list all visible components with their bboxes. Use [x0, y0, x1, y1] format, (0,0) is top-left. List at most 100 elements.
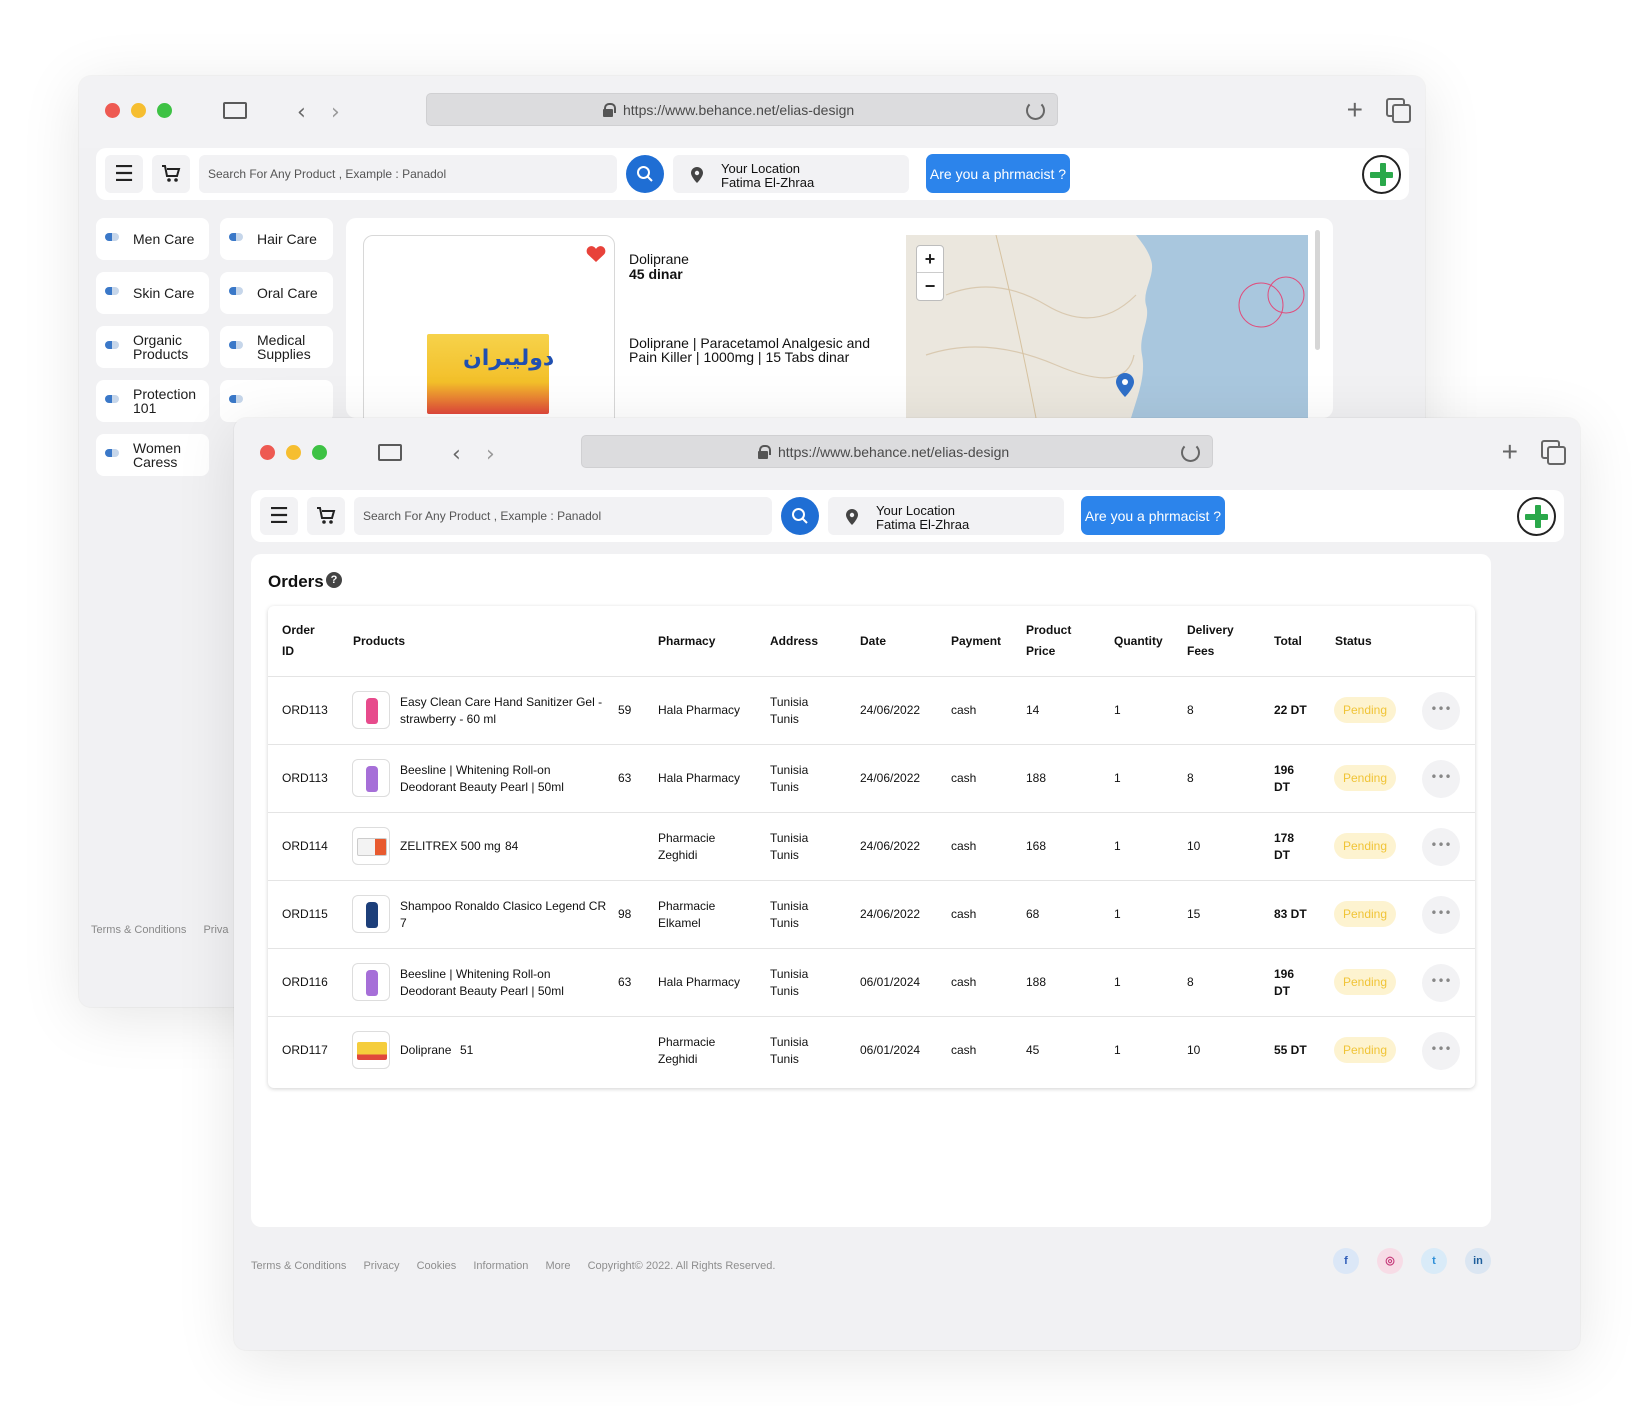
address-bar[interactable]: https://www.behance.net/elias-design: [581, 435, 1213, 468]
column-address: Address: [770, 634, 819, 648]
facebook-icon[interactable]: f: [1333, 1248, 1359, 1274]
product-description: Doliprane | Paracetamol Analgesic and Pa…: [629, 335, 871, 365]
new-tab-icon[interactable]: +: [1502, 436, 1518, 468]
forward-arrow-icon[interactable]: ›: [486, 442, 495, 467]
map-marker-icon[interactable]: [1116, 373, 1134, 397]
footer-link-more[interactable]: More: [545, 1260, 570, 1272]
plus-logo-icon[interactable]: [1517, 497, 1556, 536]
status-badge: Pending: [1334, 833, 1396, 859]
location-selector[interactable]: Your Location Fatima El-Zhraa: [673, 155, 909, 193]
payment-method: cash: [951, 975, 977, 989]
linkedin-icon[interactable]: in: [1465, 1248, 1491, 1274]
status-badge: Pending: [1334, 1037, 1396, 1063]
pill-icon: [105, 287, 119, 296]
category-hair-care[interactable]: Hair Care: [220, 218, 333, 260]
search-button[interactable]: [781, 497, 819, 535]
category-oral-care[interactable]: Oral Care: [220, 272, 333, 314]
order-date: 06/01/2024: [860, 1043, 921, 1057]
help-icon[interactable]: ?: [326, 572, 342, 588]
column-product-price: Product Price: [1026, 623, 1072, 658]
sanitizer-bottle-icon: [366, 698, 378, 724]
close-window-button[interactable]: [260, 445, 275, 460]
product-card[interactable]: دوليبران: [363, 235, 615, 418]
order-date: 06/01/2024: [860, 975, 921, 989]
footer-link-information[interactable]: Information: [473, 1260, 528, 1272]
pill-icon: [105, 341, 119, 350]
category-women-caress[interactable]: Women Caress: [96, 434, 209, 476]
forward-arrow-icon[interactable]: ›: [331, 100, 340, 125]
reload-icon[interactable]: [1181, 443, 1200, 462]
product-price: 188: [1026, 975, 1047, 989]
maximize-window-button[interactable]: [312, 445, 327, 460]
product-thumbnail: [352, 895, 390, 933]
tab-overview-icon[interactable]: [1541, 440, 1566, 465]
category-protection-101[interactable]: Protection 101: [96, 380, 209, 422]
heart-icon[interactable]: [586, 245, 606, 263]
product-detail-panel: دوليبران Doliprane 45 dinar Doliprane | …: [346, 218, 1333, 418]
tab-overview-icon[interactable]: [1386, 98, 1411, 123]
sidebar-toggle-icon[interactable]: [223, 102, 247, 119]
terms-link[interactable]: Terms & Conditions: [91, 924, 186, 936]
order-date: 24/06/2022: [860, 907, 921, 921]
more-options-button[interactable]: •••: [1422, 1032, 1460, 1070]
twitter-icon[interactable]: t: [1421, 1248, 1447, 1274]
category-organic-products[interactable]: Organic Products: [96, 326, 209, 368]
search-input[interactable]: [199, 155, 617, 193]
table-row[interactable]: ORD114 ZELITREX 500 mg 84 Pharmacie Zegh…: [268, 813, 1475, 881]
pharmacist-button[interactable]: Are you a phrmacist ?: [926, 154, 1070, 193]
location-pin-icon: [691, 167, 703, 183]
search-input[interactable]: [354, 497, 772, 535]
more-options-button[interactable]: •••: [1422, 760, 1460, 798]
table-row[interactable]: ORD116 Beesline | Whitening Roll-on Deod…: [268, 949, 1475, 1017]
privacy-link[interactable]: Priva: [203, 924, 228, 936]
instagram-icon[interactable]: ◎: [1377, 1248, 1403, 1274]
table-row[interactable]: ORD113 Beesline | Whitening Roll-on Deod…: [268, 745, 1475, 813]
address-bar[interactable]: https://www.behance.net/elias-design: [426, 93, 1058, 126]
back-arrow-icon[interactable]: ‹: [297, 100, 306, 125]
product-thumbnail: [352, 759, 390, 797]
table-row[interactable]: ORD115 Shampoo Ronaldo Clasico Legend CR…: [268, 881, 1475, 949]
table-row[interactable]: ORD113 Easy Clean Care Hand Sanitizer Ge…: [268, 677, 1475, 745]
footer-link-privacy[interactable]: Privacy: [363, 1260, 399, 1272]
minimize-window-button[interactable]: [286, 445, 301, 460]
footer-link-terms[interactable]: Terms & Conditions: [251, 1260, 346, 1272]
pharmacist-button[interactable]: Are you a phrmacist ?: [1081, 496, 1225, 535]
footer-links: Terms & Conditions Privacy Cookies Infor…: [251, 1260, 789, 1272]
address: Tunisia Tunis: [770, 967, 809, 998]
product-name: Doliprane: [400, 1043, 452, 1057]
zoom-out-button[interactable]: −: [917, 273, 943, 300]
order-id: ORD114: [282, 839, 328, 853]
menu-button[interactable]: ☰: [260, 497, 298, 535]
category-skin-care[interactable]: Skin Care: [96, 272, 209, 314]
back-arrow-icon[interactable]: ‹: [452, 442, 461, 467]
cart-button[interactable]: [307, 497, 345, 535]
more-options-button[interactable]: •••: [1422, 964, 1460, 1002]
orders-table: Order ID Products Pharmacy Address Date …: [268, 606, 1475, 1088]
location-selector[interactable]: Your Location Fatima El-Zhraa: [828, 497, 1064, 535]
category-medical-supplies[interactable]: Medical Supplies: [220, 326, 333, 368]
search-button[interactable]: [626, 155, 664, 193]
more-options-button[interactable]: •••: [1422, 692, 1460, 730]
order-date: 24/06/2022: [860, 771, 921, 785]
table-row[interactable]: ORD117 Doliprane 51 Pharmacie Zeghidi Tu…: [268, 1017, 1475, 1085]
reload-icon[interactable]: [1026, 101, 1045, 120]
maximize-window-button[interactable]: [157, 103, 172, 118]
new-tab-icon[interactable]: +: [1347, 94, 1363, 126]
close-window-button[interactable]: [105, 103, 120, 118]
cart-button[interactable]: [152, 155, 190, 193]
more-options-button[interactable]: •••: [1422, 828, 1460, 866]
minimize-window-button[interactable]: [131, 103, 146, 118]
sidebar-toggle-icon[interactable]: [378, 444, 402, 461]
menu-button[interactable]: ☰: [105, 155, 143, 193]
map-view[interactable]: + −: [906, 235, 1308, 418]
menu-icon: ☰: [114, 161, 134, 187]
scrollbar[interactable]: [1315, 230, 1320, 350]
plus-logo-icon[interactable]: [1362, 155, 1401, 194]
pill-icon: [105, 449, 119, 458]
category-men-care[interactable]: Men Care: [96, 218, 209, 260]
category-hidden[interactable]: [220, 380, 333, 422]
more-options-button[interactable]: •••: [1422, 896, 1460, 934]
delivery-fees: 8: [1187, 975, 1194, 989]
footer-link-cookies[interactable]: Cookies: [417, 1260, 457, 1272]
zoom-in-button[interactable]: +: [917, 246, 943, 273]
